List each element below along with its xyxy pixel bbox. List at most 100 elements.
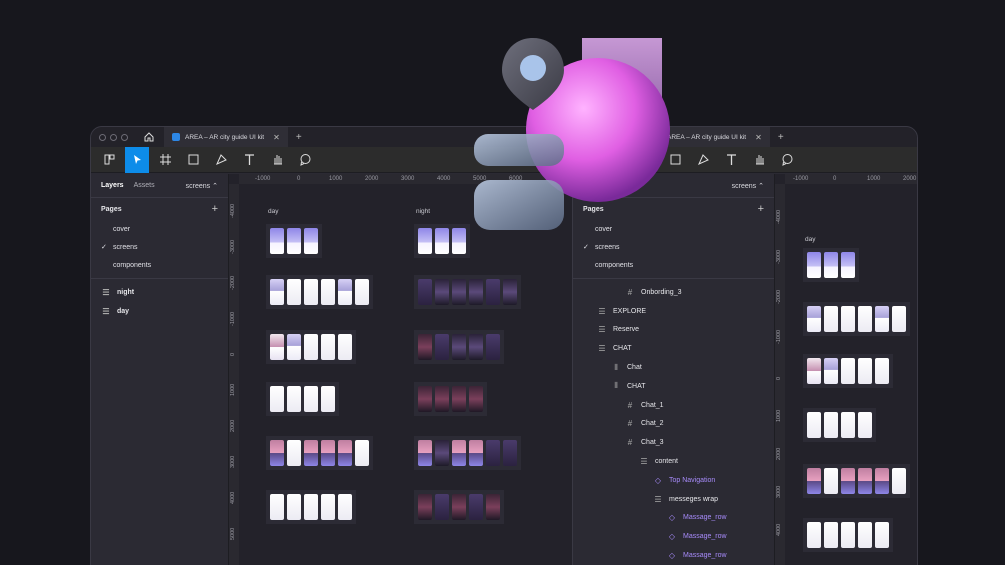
screen-thumbnail[interactable]	[486, 334, 500, 360]
frame-group[interactable]	[414, 382, 487, 416]
screen-thumbnail[interactable]	[418, 386, 432, 412]
layer-item-chat-section[interactable]: ☰ CHAT	[573, 339, 774, 358]
frame-group[interactable]	[414, 330, 504, 364]
screen-thumbnail[interactable]	[418, 440, 432, 466]
screen-thumbnail[interactable]	[892, 468, 906, 494]
layer-item-content[interactable]: ☰ content	[573, 452, 774, 471]
screen-thumbnail[interactable]	[304, 386, 318, 412]
screen-thumbnail[interactable]	[435, 334, 449, 360]
close-tab-icon[interactable]: ✕	[273, 133, 280, 142]
screen-thumbnail[interactable]	[338, 494, 352, 520]
move-tool-icon[interactable]	[607, 146, 631, 173]
screen-thumbnail[interactable]	[824, 358, 838, 384]
frame-group[interactable]	[803, 248, 859, 282]
screen-thumbnail[interactable]	[469, 494, 483, 520]
screen-thumbnail[interactable]	[858, 522, 872, 548]
hand-tool-icon[interactable]	[747, 147, 771, 173]
screen-thumbnail[interactable]	[858, 358, 872, 384]
screen-thumbnail[interactable]	[452, 228, 466, 254]
frame-group[interactable]	[803, 464, 910, 498]
screen-thumbnail[interactable]	[824, 252, 838, 278]
screen-thumbnail[interactable]	[304, 228, 318, 254]
screen-thumbnail[interactable]	[287, 494, 301, 520]
canvas[interactable]: -1000 0 1000 2000 -4000 -3000 -2000 -100…	[775, 174, 917, 565]
screen-thumbnail[interactable]	[807, 412, 821, 438]
frame-tool-icon[interactable]	[153, 147, 177, 173]
screen-thumbnail[interactable]	[270, 228, 284, 254]
frame-tool-icon[interactable]	[635, 147, 659, 173]
text-tool-icon[interactable]	[719, 147, 743, 173]
page-item-components[interactable]: components	[91, 256, 228, 274]
move-tool-icon[interactable]	[125, 146, 149, 173]
frame-group[interactable]	[414, 490, 504, 524]
screen-thumbnail[interactable]	[486, 440, 500, 466]
layer-item-onbording-3[interactable]: # Onbording_3	[573, 283, 774, 302]
screen-thumbnail[interactable]	[452, 279, 466, 305]
screen-thumbnail[interactable]	[807, 468, 821, 494]
screen-thumbnail[interactable]	[875, 468, 889, 494]
screen-thumbnail[interactable]	[304, 279, 318, 305]
frame-group[interactable]	[803, 408, 876, 442]
tab-assets[interactable]: Assets	[134, 182, 155, 189]
screen-thumbnail[interactable]	[486, 279, 500, 305]
screen-thumbnail[interactable]	[355, 440, 369, 466]
screen-thumbnail[interactable]	[824, 522, 838, 548]
frame-group[interactable]	[803, 518, 893, 552]
screen-thumbnail[interactable]	[418, 494, 432, 520]
screen-thumbnail[interactable]	[287, 334, 301, 360]
screen-thumbnail[interactable]	[321, 440, 335, 466]
page-item-cover[interactable]: cover	[573, 220, 774, 238]
screen-thumbnail[interactable]	[469, 440, 483, 466]
window-zoom-dot[interactable]	[603, 133, 610, 141]
screen-thumbnail[interactable]	[858, 306, 872, 332]
screen-thumbnail[interactable]	[321, 494, 335, 520]
main-menu-icon[interactable]	[97, 147, 121, 173]
frame-group[interactable]	[803, 302, 910, 336]
screen-thumbnail[interactable]	[270, 440, 284, 466]
screen-thumbnail[interactable]	[287, 228, 301, 254]
comment-tool-icon[interactable]	[293, 147, 317, 173]
screen-thumbnail[interactable]	[270, 279, 284, 305]
screen-thumbnail[interactable]	[486, 494, 500, 520]
layer-item-chat-3[interactable]: # Chat_3	[573, 433, 774, 452]
close-tab-icon[interactable]: ✕	[755, 133, 762, 142]
screen-thumbnail[interactable]	[435, 228, 449, 254]
layer-item-reserve[interactable]: ☰ Reserve	[573, 321, 774, 340]
rectangle-tool-icon[interactable]	[663, 147, 687, 173]
screen-thumbnail[interactable]	[841, 358, 855, 384]
screen-thumbnail[interactable]	[452, 334, 466, 360]
new-tab-icon[interactable]: +	[296, 132, 302, 143]
screen-thumbnail[interactable]	[841, 412, 855, 438]
page-item-components[interactable]: components	[573, 256, 774, 274]
canvas[interactable]: -1000 0 1000 2000 3000 4000 5000 6000 -4…	[229, 174, 589, 565]
add-page-icon[interactable]: +	[758, 203, 764, 215]
screen-thumbnail[interactable]	[469, 279, 483, 305]
comment-tool-icon[interactable]	[775, 147, 799, 173]
screen-thumbnail[interactable]	[321, 386, 335, 412]
window-close-dot[interactable]	[99, 133, 106, 141]
layer-item-chat-1[interactable]: # Chat_1	[573, 396, 774, 415]
page-item-cover[interactable]: cover	[91, 220, 228, 238]
frame-group[interactable]	[266, 490, 356, 524]
screen-thumbnail[interactable]	[435, 279, 449, 305]
layer-item-messeges-wrap[interactable]: ☰ messeges wrap	[573, 490, 774, 509]
page-item-screens[interactable]: ✓ screens	[573, 238, 774, 256]
file-tab[interactable]: AREA – AR city guide UI kit ✕	[646, 127, 770, 147]
screen-thumbnail[interactable]	[304, 440, 318, 466]
page-selector[interactable]: screens ⌃	[186, 182, 218, 190]
screen-thumbnail[interactable]	[858, 412, 872, 438]
screen-thumbnail[interactable]	[841, 468, 855, 494]
screen-thumbnail[interactable]	[270, 494, 284, 520]
screen-thumbnail[interactable]	[435, 494, 449, 520]
screen-thumbnail[interactable]	[841, 306, 855, 332]
layer-item-day[interactable]: ☰ day	[91, 302, 228, 321]
screen-thumbnail[interactable]	[418, 279, 432, 305]
screen-thumbnail[interactable]	[503, 279, 517, 305]
frame-group[interactable]	[266, 224, 322, 258]
add-page-icon[interactable]: +	[212, 203, 218, 215]
screen-thumbnail[interactable]	[875, 306, 889, 332]
layer-item-massage-row[interactable]: ◇ Massage_row	[573, 509, 774, 528]
layer-item-massage-row[interactable]: ◇ Massage_row	[573, 546, 774, 565]
screen-thumbnail[interactable]	[452, 440, 466, 466]
hand-tool-icon[interactable]	[265, 147, 289, 173]
